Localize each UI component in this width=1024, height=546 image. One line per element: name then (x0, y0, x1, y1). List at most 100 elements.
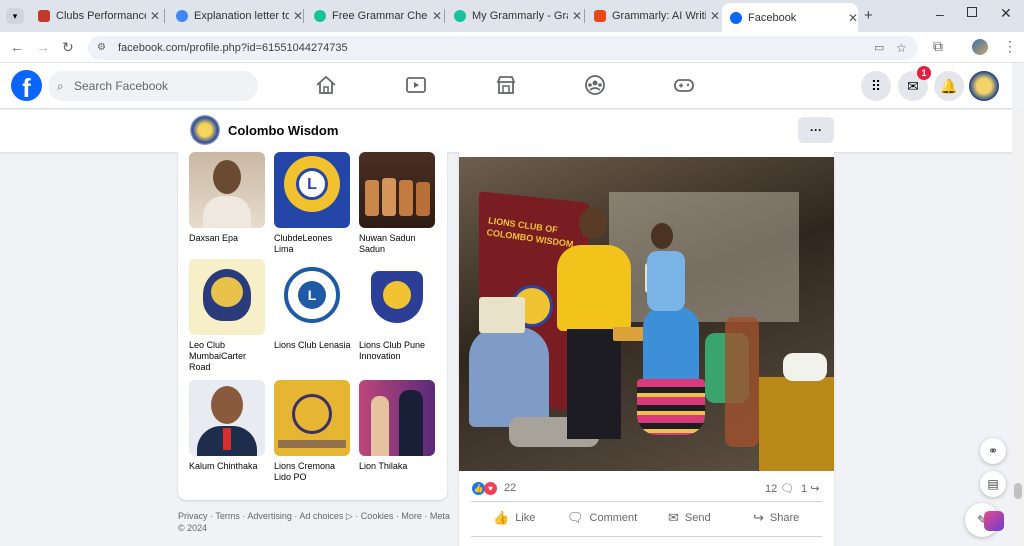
marketplace-icon[interactable] (495, 75, 517, 95)
thumbs-up-icon: 👍 (493, 510, 510, 525)
friend-name[interactable]: Lions Club Lenasia (274, 340, 352, 351)
site-settings-icon[interactable]: ⚙ (97, 36, 106, 60)
friend-item[interactable]: Leo Club MumbaiCarter Road (189, 259, 267, 373)
new-tab-button[interactable]: + (864, 7, 873, 24)
video-icon[interactable] (405, 75, 427, 95)
friend-photo[interactable]: L (274, 152, 350, 228)
minimize-icon[interactable]: – (936, 6, 944, 22)
browser-tab[interactable]: Clubs Performance E ✕ (30, 4, 160, 28)
install-app-icon[interactable]: ▭ (874, 36, 884, 60)
profile-more-button[interactable]: ··· (798, 117, 834, 143)
send-button[interactable]: ✉ Send (668, 510, 711, 526)
back-icon[interactable]: ← (10, 39, 24, 55)
address-bar-row: ← → ↻ ⚙ facebook.com/profile.php?id=6155… (0, 32, 1024, 63)
comments-count[interactable]: 12 🗨 (765, 482, 794, 495)
love-reaction-icon[interactable]: ♥ (484, 482, 497, 495)
forward-icon[interactable]: → (36, 39, 50, 55)
profile-avatar-icon[interactable] (972, 39, 988, 55)
friend-item[interactable]: L Lions Club Lenasia (274, 259, 352, 351)
close-tab-icon[interactable]: ✕ (293, 9, 303, 23)
scrollbar[interactable] (1012, 109, 1024, 546)
friend-item[interactable]: Lions Club Pune Innovation (359, 259, 437, 362)
profile-avatar[interactable] (190, 115, 220, 145)
friend-photo[interactable] (359, 259, 435, 335)
friend-name[interactable]: Lion Thilaka (359, 461, 437, 472)
home-icon[interactable] (315, 75, 337, 95)
notification-badge: 1 (917, 66, 931, 80)
divider (471, 536, 822, 537)
tab-search-button[interactable]: ▾ (6, 8, 24, 24)
grammarly-icon (454, 10, 466, 22)
gaming-icon[interactable] (673, 75, 695, 95)
messenger-icon[interactable]: ✉ 1 (898, 66, 931, 101)
browser-tab[interactable]: Free Grammar Checke ✕ (306, 4, 446, 28)
groups-icon[interactable] (584, 75, 606, 95)
friend-name[interactable]: Daxsan Epa (189, 233, 267, 244)
friend-photo[interactable] (359, 152, 435, 228)
friends-card: Daxsan Epa L ClubdeLeones Lima Nuwan Sad… (178, 152, 447, 500)
browser-menu-icon[interactable]: ⋮ (1003, 38, 1017, 55)
browser-tab-bar: ▾ Clubs Performance E ✕ Explanation lett… (0, 0, 1024, 32)
extensions-icon[interactable]: ⧉ (933, 38, 943, 55)
google-icon (176, 10, 188, 22)
friend-name[interactable]: Leo Club MumbaiCarter Road (189, 340, 267, 373)
close-tab-icon[interactable]: ✕ (572, 9, 582, 23)
footer-links[interactable]: Privacy · Terms · Advertising · Ad choic… (178, 510, 453, 534)
browser-tab[interactable]: Grammarly: AI Writin ✕ (586, 4, 720, 28)
post-photo[interactable]: LIONS CLUB OF COLOMBO WISDOM (459, 157, 834, 471)
grammarly-ai-icon (594, 10, 606, 22)
friend-photo[interactable] (189, 259, 265, 335)
friend-photo[interactable] (189, 152, 265, 228)
comment-icon: 🗨 (567, 510, 584, 525)
url-field[interactable]: ⚙ facebook.com/profile.php?id=6155104427… (88, 36, 918, 60)
browser-tab[interactable]: My Grammarly - Gra ✕ (446, 4, 582, 28)
accessibility-icon[interactable]: ⚭ (980, 438, 1006, 464)
friend-photo[interactable] (359, 380, 435, 456)
chat-box-icon[interactable]: ▤ (980, 471, 1006, 497)
scrollbar-thumb[interactable] (1014, 483, 1022, 499)
friend-name[interactable]: Lions Cremona Lido PO (274, 461, 352, 483)
friend-item[interactable]: Daxsan Epa (189, 152, 267, 244)
close-tab-icon[interactable]: ✕ (432, 9, 442, 23)
reload-icon[interactable]: ↻ (62, 39, 74, 56)
friend-item[interactable]: Lions Cremona Lido PO (274, 380, 352, 483)
notifications-bell-icon[interactable]: 🔔 (934, 71, 964, 101)
friend-item[interactable]: Lion Thilaka (359, 380, 437, 472)
friend-item[interactable]: L ClubdeLeones Lima (274, 152, 352, 255)
friend-photo[interactable] (274, 380, 350, 456)
friend-item[interactable]: Nuwan Sadun Sadun (359, 152, 437, 255)
grammarly-assistant-icon[interactable] (984, 511, 1004, 531)
friend-name[interactable]: Nuwan Sadun Sadun (359, 233, 437, 255)
comment-bubble-icon: 🗨 (780, 483, 795, 495)
menu-grid-icon[interactable]: ⠿ (861, 71, 891, 101)
post-card: LIONS CLUB OF COLOMBO WISDOM 👍 ♥ 22 12 🗨… (459, 152, 834, 546)
friend-photo[interactable]: L (274, 259, 350, 335)
divider (471, 501, 822, 502)
profile-sticky-bar: Colombo Wisdom ··· (0, 110, 1012, 152)
close-window-icon[interactable]: ✕ (1000, 5, 1012, 22)
close-tab-icon[interactable]: ✕ (848, 11, 858, 25)
friend-photo[interactable] (189, 380, 265, 456)
close-tab-icon[interactable]: ✕ (710, 9, 720, 23)
browser-tab[interactable]: Explanation letter to ✕ (168, 4, 303, 28)
close-tab-icon[interactable]: ✕ (150, 9, 160, 23)
comment-button[interactable]: 🗨 Comment (567, 510, 637, 526)
friend-item[interactable]: Kalum Chinthaka (189, 380, 267, 472)
search-icon: ⌕ (57, 79, 64, 93)
friend-name[interactable]: ClubdeLeones Lima (274, 233, 352, 255)
share-button[interactable]: ↪ Share (753, 510, 799, 526)
profile-name[interactable]: Colombo Wisdom (228, 123, 338, 138)
reactions-count[interactable]: 22 (504, 482, 516, 494)
share-icon: ↪ (753, 510, 764, 525)
friend-name[interactable]: Kalum Chinthaka (189, 461, 267, 472)
account-avatar[interactable] (969, 71, 999, 101)
facebook-icon (730, 11, 742, 24)
like-button[interactable]: 👍 Like (493, 510, 535, 526)
bookmark-star-icon[interactable]: ☆ (896, 36, 907, 60)
browser-tab-active[interactable]: Facebook ✕ (722, 3, 858, 32)
facebook-logo-icon[interactable]: f (11, 70, 42, 103)
search-input[interactable]: ⌕ Search Facebook (48, 71, 258, 101)
shares-count[interactable]: 1 ↪ (801, 482, 819, 495)
friend-name[interactable]: Lions Club Pune Innovation (359, 340, 437, 362)
restore-icon[interactable] (967, 7, 977, 17)
